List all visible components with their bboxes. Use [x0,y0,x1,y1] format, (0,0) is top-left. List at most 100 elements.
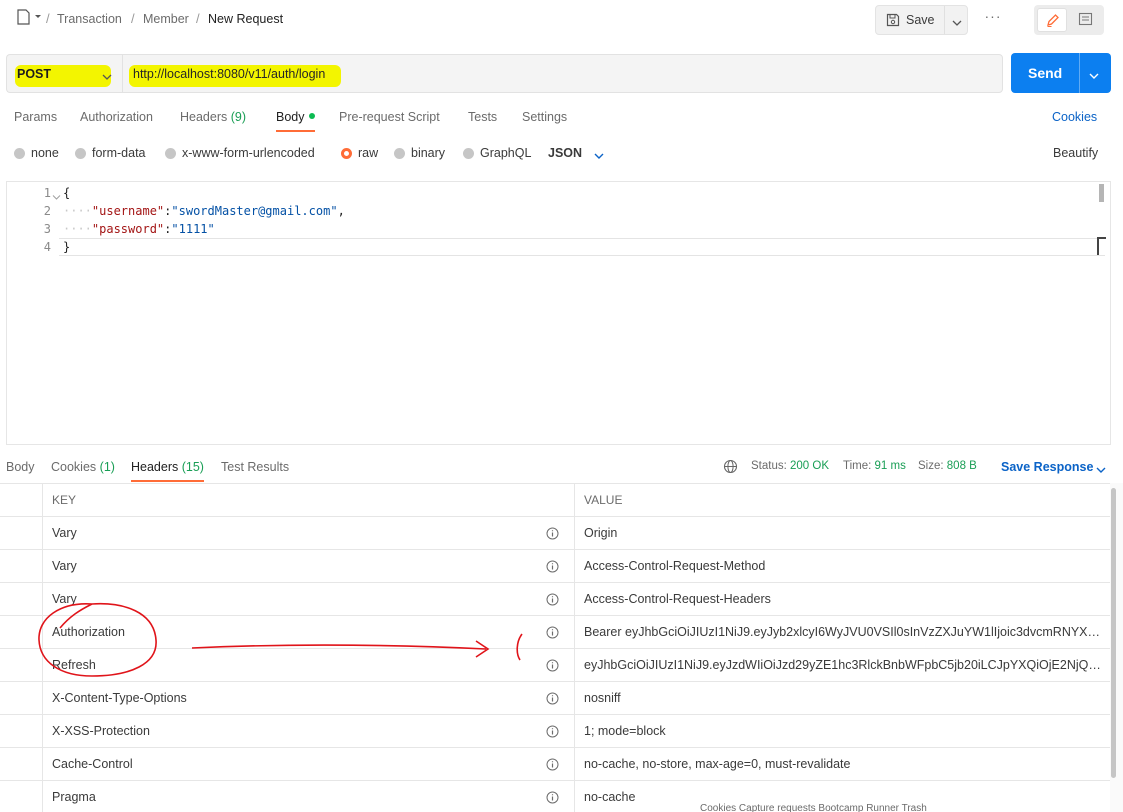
header-key: Cache-Control [52,757,133,771]
chevron-down-icon[interactable] [1089,69,1099,83]
send-button[interactable]: Send [1011,53,1111,93]
radio-binary[interactable] [394,148,405,159]
radio-graphql-label[interactable]: GraphQL [480,146,531,160]
radio-graphql[interactable] [463,148,474,159]
radio-binary-label[interactable]: binary [411,146,445,160]
method-select[interactable]: POST [6,54,122,93]
tab-tests[interactable]: Tests [468,110,497,124]
editor-scrollbar[interactable] [1099,184,1104,202]
url-value: http://localhost:8080/v11/auth/login [133,67,326,81]
response-tab-test-results[interactable]: Test Results [221,460,289,474]
code-close-brace: } [63,240,71,254]
value-column-header: VALUE [584,493,623,507]
radio-none[interactable] [14,148,25,159]
info-icon[interactable] [546,527,559,543]
fold-chevron-icon[interactable] [52,190,61,204]
radio-urlencoded[interactable] [165,148,176,159]
save-divider [944,6,945,34]
code-editor[interactable]: 1 2 3 4 { ····"username":"swordMaster@gm… [6,181,1111,445]
column-divider [574,583,575,616]
json-key: "password" [91,222,165,236]
header-key: X-Content-Type-Options [52,691,187,705]
header-key: Refresh [52,658,96,672]
table-scrollbar-thumb[interactable] [1111,488,1116,778]
info-icon[interactable] [546,593,559,609]
response-tab-headers-count: (15) [181,460,204,474]
header-value: no-cache, no-store, max-age=0, must-reva… [584,757,851,771]
info-icon[interactable] [546,791,559,807]
info-icon[interactable] [546,692,559,708]
table-cell-spacer [0,583,43,616]
column-divider [574,649,575,682]
chevron-down-icon[interactable] [952,16,962,30]
url-input[interactable]: http://localhost:8080/v11/auth/login [122,54,1003,93]
column-divider [574,517,575,550]
tab-headers-count: (9) [230,110,247,124]
radio-raw[interactable] [341,148,352,159]
breadcrumb-separator: / [46,11,50,26]
save-response-button[interactable]: Save Response [1001,460,1093,474]
info-icon[interactable] [546,626,559,642]
line-number: 2 [43,204,51,218]
size-label: Size: [918,460,944,472]
radio-none-label[interactable]: none [31,146,59,160]
header-value: no-cache [584,790,636,804]
column-divider [574,484,575,517]
info-icon[interactable] [546,725,559,741]
cookies-link[interactable]: Cookies [1052,110,1097,124]
response-tab-cookies[interactable]: Cookies (1) [51,460,115,474]
response-tab-cookies-label: Cookies [51,460,97,474]
page-title[interactable]: New Request [208,12,283,26]
active-line-highlight [59,238,1105,256]
breadcrumb-transaction[interactable]: Transaction [57,12,122,26]
info-icon[interactable] [546,560,559,576]
radio-form-data[interactable] [75,148,86,159]
tab-settings[interactable]: Settings [522,110,567,124]
table-cell-spacer [0,649,43,682]
response-tab-cookies-count: (1) [99,460,115,474]
edit-mode-button[interactable] [1037,8,1067,32]
breadcrumb-member[interactable]: Member [143,12,189,26]
tab-params[interactable]: Params [14,110,57,124]
key-column-header: KEY [52,493,77,507]
chevron-down-icon[interactable] [1096,463,1106,477]
format-select[interactable]: JSON [548,146,582,160]
status-footer: Cookies Capture requests Bootcamp Runner… [700,803,927,812]
chevron-down-icon [102,70,112,84]
table-cell-spacer [0,748,43,781]
tab-body[interactable]: Body [276,110,315,132]
table-cell-spacer [0,682,43,715]
radio-raw-label[interactable]: raw [358,146,378,160]
response-time: Time: 91 ms [843,460,906,472]
response-tab-headers[interactable]: Headers (15) [131,460,204,482]
header-key: Vary [52,592,77,606]
method-value: POST [17,67,52,81]
response-headers-table: KEY VALUE Vary Origin Vary Access-Contro… [0,483,1110,812]
table-cell-spacer [0,517,43,550]
globe-icon[interactable] [723,459,738,477]
header-value: Bearer eyJhbGciOiJIUzI1NiJ9.eyJyb2xlcyI6… [584,625,1104,639]
code-line-password: ····"password":"1111" [63,222,215,236]
response-tab-body[interactable]: Body [6,460,35,474]
tab-prerequest-script[interactable]: Pre-request Script [339,110,440,124]
beautify-link[interactable]: Beautify [1053,146,1098,160]
chevron-down-icon[interactable] [594,149,604,163]
save-button[interactable]: Save [875,5,968,35]
table-cell-spacer [0,616,43,649]
info-icon[interactable] [546,659,559,675]
tab-headers[interactable]: Headers (9) [180,110,246,124]
view-mode-toggle [1034,5,1104,35]
json-comma: , [337,204,345,218]
radio-form-data-label[interactable]: form-data [92,146,146,160]
request-type-icon[interactable] [16,9,42,28]
info-icon[interactable] [546,758,559,774]
indent-guide: ···· [63,204,92,218]
response-tab-headers-label: Headers [131,460,179,474]
header-value: Origin [584,526,618,540]
tab-authorization[interactable]: Authorization [80,110,153,124]
documentation-button[interactable] [1071,8,1101,32]
send-label: Send [1028,65,1063,81]
radio-urlencoded-label[interactable]: x-www-form-urlencoded [182,146,315,160]
more-options-button[interactable]: ··· [980,8,1006,32]
header-key: Pragma [52,790,96,804]
